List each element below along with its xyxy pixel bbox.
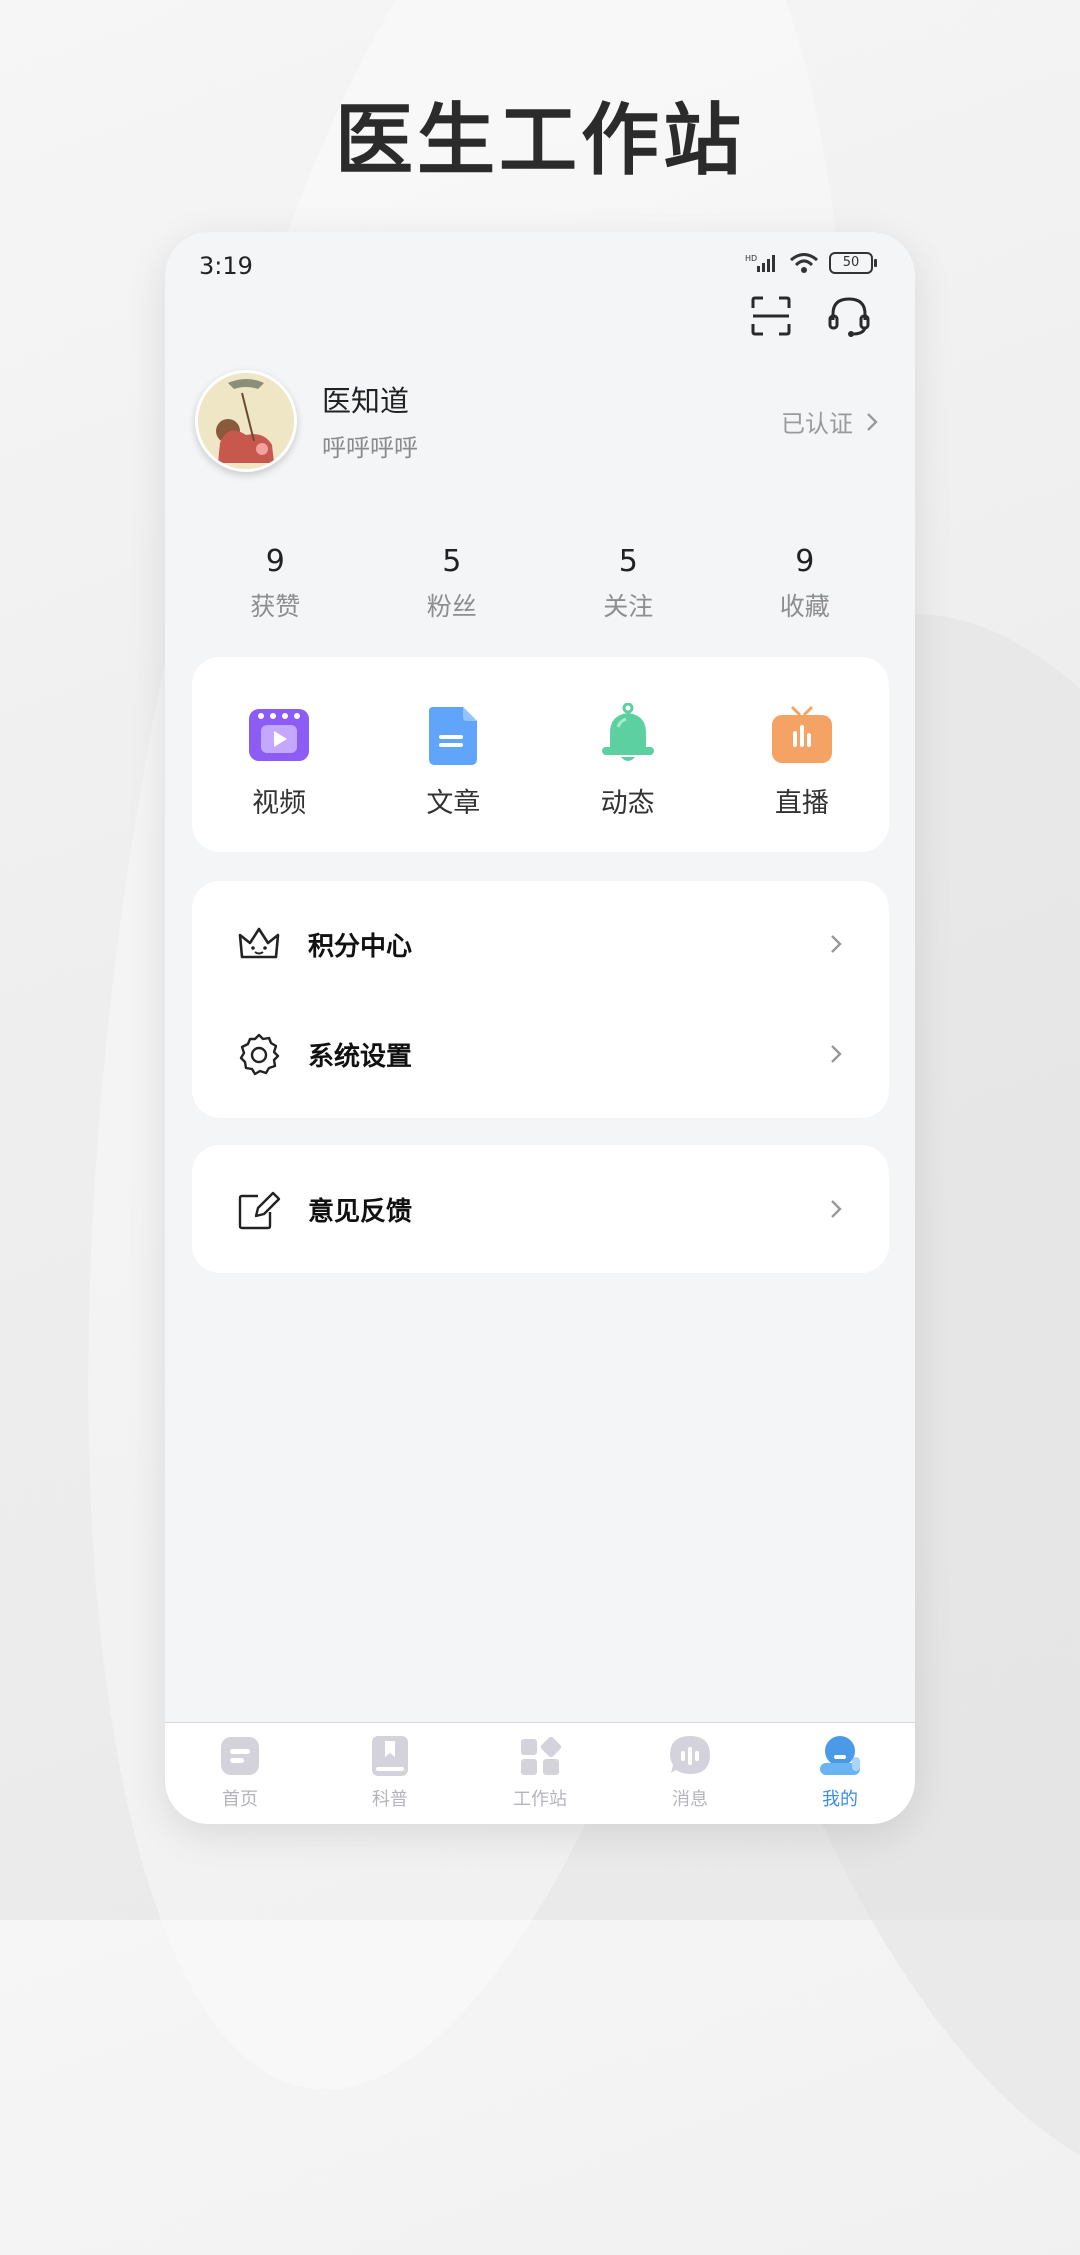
stat-label: 收藏 [779, 592, 830, 621]
feature-video[interactable]: 视频 [192, 657, 366, 852]
menu-label: 意见反馈 [308, 1196, 413, 1227]
tab-workstation[interactable]: 工作站 [465, 1723, 615, 1824]
battery-icon: 50 [829, 252, 877, 274]
headset-icon[interactable] [827, 294, 871, 338]
stat-label: 粉丝 [426, 592, 477, 621]
feature-label: 文章 [426, 788, 481, 819]
tab-label: 工作站 [513, 1789, 567, 1810]
crown-icon [238, 927, 280, 959]
status-icons: HD 50 [745, 252, 877, 274]
chevron-right-icon [831, 935, 842, 953]
tab-label: 首页 [222, 1789, 258, 1810]
feedback-card: 意见反馈 [192, 1145, 889, 1273]
feature-label: 动态 [600, 788, 655, 819]
menu-system-settings[interactable]: 系统设置 [192, 999, 889, 1109]
edit-icon [238, 1191, 281, 1230]
status-time: 3:19 [199, 252, 253, 280]
tab-label: 我的 [822, 1789, 858, 1810]
avatar[interactable] [195, 370, 297, 472]
feature-moments[interactable]: 动态 [541, 657, 715, 852]
video-icon [249, 709, 310, 761]
home-icon [221, 1737, 259, 1775]
workstation-icon [521, 1736, 562, 1775]
phone-screen: 3:19 HD 50 医知道 呼呼呼呼 已认证 9 获赞 5 粉丝 5 关注 9… [165, 232, 915, 1824]
tab-science[interactable]: 科普 [315, 1723, 465, 1824]
stat-likes[interactable]: 9 获赞 [187, 544, 364, 623]
menu-feedback[interactable]: 意见反馈 [192, 1154, 889, 1264]
stats-row: 9 获赞 5 粉丝 5 关注 9 收藏 [187, 544, 893, 623]
feature-label: 视频 [252, 788, 307, 819]
profile-icon [820, 1736, 860, 1775]
stat-label: 关注 [603, 592, 654, 621]
bell-icon [601, 703, 654, 761]
stat-favorites[interactable]: 9 收藏 [717, 544, 894, 623]
menu-label: 积分中心 [308, 931, 413, 962]
stat-value: 9 [795, 544, 815, 579]
user-name: 医知道 [322, 384, 410, 418]
message-icon [670, 1736, 710, 1774]
chevron-right-icon [831, 1200, 842, 1218]
scan-icon[interactable] [749, 294, 793, 338]
verified-label: 已认证 [781, 410, 853, 438]
page-title: 医生工作站 [334, 96, 745, 186]
tab-label: 消息 [672, 1789, 708, 1810]
stat-value: 9 [265, 544, 285, 579]
menu-card: 积分中心 系统设置 [192, 881, 889, 1118]
stat-following[interactable]: 5 关注 [540, 544, 717, 623]
book-icon [372, 1736, 408, 1776]
chevron-right-icon [867, 412, 878, 431]
stat-label: 获赞 [250, 592, 301, 621]
stat-value: 5 [618, 544, 638, 579]
feature-article[interactable]: 文章 [366, 657, 540, 852]
stat-fans[interactable]: 5 粉丝 [364, 544, 541, 623]
svg-text:HD: HD [745, 254, 757, 263]
live-tv-icon [771, 705, 832, 763]
verified-status-link[interactable]: 已认证 [781, 404, 881, 439]
menu-label: 系统设置 [308, 1041, 413, 1072]
bottom-tab-bar: 首页 科普 工作站 消息 我的 [165, 1722, 915, 1824]
document-icon [429, 707, 478, 765]
tab-label: 科普 [372, 1789, 408, 1810]
user-subtitle: 呼呼呼呼 [322, 434, 418, 462]
tab-profile[interactable]: 我的 [765, 1723, 915, 1824]
tab-messages[interactable]: 消息 [615, 1723, 765, 1824]
feature-card: 视频 文章 动态 直播 [192, 657, 889, 852]
feature-label: 直播 [774, 788, 829, 819]
menu-points-center[interactable]: 积分中心 [192, 889, 889, 999]
stat-value: 5 [442, 544, 462, 579]
chevron-right-icon [831, 1045, 842, 1063]
gear-icon [239, 1033, 280, 1076]
feature-live[interactable]: 直播 [715, 657, 889, 852]
wifi-icon [790, 253, 818, 273]
signal-icon: HD [745, 254, 775, 272]
tab-home[interactable]: 首页 [165, 1723, 315, 1824]
